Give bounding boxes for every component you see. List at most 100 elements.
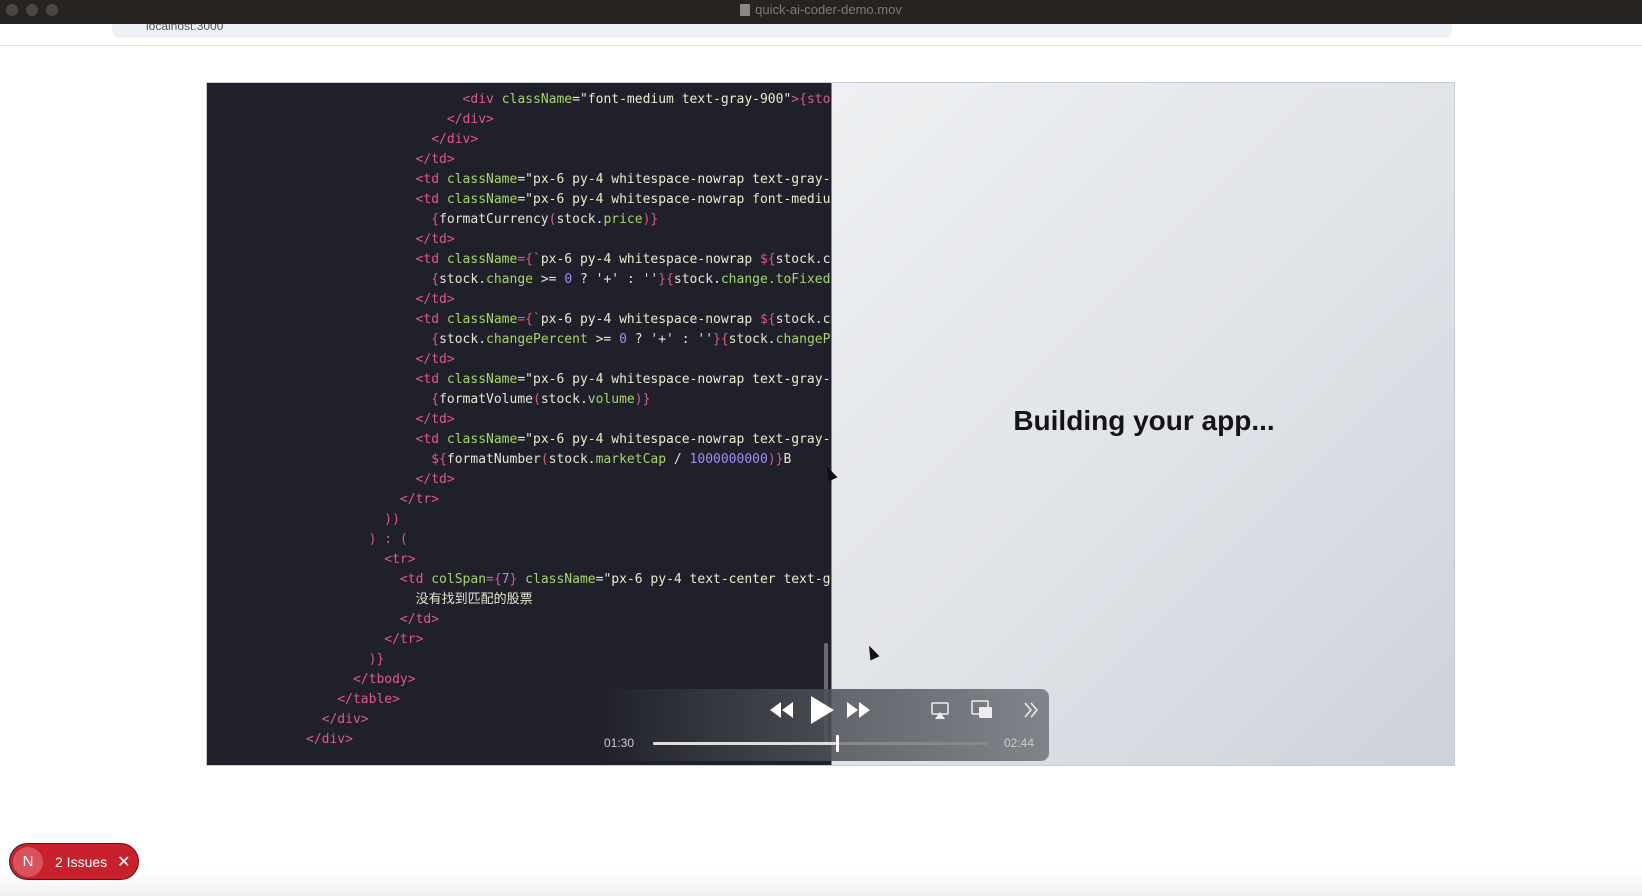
code-token: <td: [415, 252, 447, 267]
code-line: </tr>: [306, 490, 830, 510]
play-icon[interactable]: [809, 695, 835, 725]
minimize-window-button[interactable]: [26, 4, 38, 16]
code-token: >{sto: [791, 92, 831, 107]
code-token: formatVolume: [439, 392, 533, 407]
code-token: ="px-6 py-4 whitespace-nowrap font-mediu: [517, 192, 831, 207]
code-line: 没有找到匹配的股票: [306, 590, 830, 610]
code-line: </td>: [306, 470, 830, 490]
code-token: ="px-6 py-4 text-center text-g: [595, 572, 831, 587]
code-token: stock.: [548, 452, 596, 467]
code-token: {: [431, 332, 440, 347]
zoom-window-button[interactable]: [46, 4, 58, 16]
code-token: }{: [713, 332, 729, 347]
code-token: 0: [564, 272, 573, 287]
code-line: {formatVolume(stock.volume)}: [306, 390, 830, 410]
code-line: </td>: [306, 610, 830, 630]
code-line: <td className="px-6 py-4 whitespace-nowr…: [306, 430, 831, 450]
code-token: )}: [634, 392, 651, 407]
code-token: </div>: [306, 732, 353, 747]
address-bar[interactable]: localhost:3000: [112, 24, 1452, 38]
issues-label[interactable]: 2 Issues: [55, 854, 107, 870]
code-line: ${formatNumber(stock.marketCap / 1000000…: [306, 450, 830, 470]
code-token: (: [532, 392, 541, 407]
code-token: >=: [587, 332, 620, 347]
more-icon[interactable]: [1023, 701, 1039, 719]
code-token: className: [525, 572, 596, 587]
window-controls[interactable]: [6, 4, 58, 16]
code-line: </div>: [306, 110, 830, 130]
code-token: marketCap: [595, 452, 667, 467]
code-line: </td>: [306, 150, 830, 170]
issues-badge[interactable]: N 2 Issues ✕: [9, 843, 139, 880]
code-token: <td: [415, 172, 447, 187]
code-line: )}: [306, 650, 830, 670]
code-token: ={`: [517, 312, 541, 327]
code-token: 0: [619, 332, 627, 347]
code-line: <tr>: [306, 550, 830, 570]
code-token: ="font-medium text-gray-900": [572, 92, 792, 107]
preview-pane: Building your app...: [822, 83, 1454, 765]
code-token: stock.: [439, 272, 487, 287]
code-token: ={: [486, 572, 502, 587]
picture-in-picture-icon[interactable]: [971, 700, 993, 720]
code-token: )}: [368, 652, 385, 667]
document-icon: [740, 4, 751, 16]
close-icon[interactable]: ✕: [117, 852, 130, 872]
seek-bar[interactable]: [653, 735, 988, 752]
code-token: className: [446, 172, 518, 187]
code-line: {stock.change >= 0 ? '+' : ''}{stock.cha…: [306, 270, 830, 290]
code-token: stock.: [540, 392, 588, 407]
code-token: ={`: [517, 252, 541, 267]
rewind-icon[interactable]: [770, 702, 794, 718]
code-token: ) : (: [368, 532, 408, 547]
code-token: px-6 py-4 whitespace-nowrap: [540, 312, 760, 327]
code-token: stock.c: [775, 312, 831, 327]
url-text: localhost:3000: [146, 24, 224, 33]
code-token: <td: [415, 372, 447, 387]
code-token: ${: [759, 312, 776, 327]
code-token: <td: [415, 312, 447, 327]
code-line: {stock.changePercent >= 0 ? '+' : ''}{st…: [306, 330, 830, 350]
close-window-button[interactable]: [6, 4, 18, 16]
code-token: 没有找到匹配的股票: [415, 592, 533, 607]
code-token: {: [431, 272, 440, 287]
code-token: className: [446, 372, 518, 387]
code-token: changePercent: [486, 332, 588, 347]
browser-toolbar: localhost:3000: [0, 24, 1642, 46]
code-token: <td: [415, 432, 447, 447]
code-token: <tr>: [384, 552, 416, 567]
seek-thumb[interactable]: [835, 735, 839, 752]
code-token: ="px-6 py-4 whitespace-nowrap text-gray-: [517, 172, 831, 187]
code-token: ="px-6 py-4 whitespace-nowrap text-gray-: [517, 372, 831, 387]
code-token: )}: [767, 452, 784, 467]
fast-forward-icon[interactable]: [847, 702, 871, 718]
code-token: <td: [415, 192, 447, 207]
code-token: className: [446, 432, 518, 447]
code-line: </td>: [306, 410, 830, 430]
airplay-icon[interactable]: [931, 702, 949, 720]
code-token: </td>: [415, 412, 455, 427]
code-token: </td>: [399, 612, 440, 627]
code-token: )}: [642, 212, 659, 227]
code-line: {formatCurrency(stock.price)}: [306, 210, 830, 230]
code-token: </td>: [415, 152, 455, 167]
code-token: </td>: [415, 352, 455, 367]
code-editor: <div className="font-medium text-gray-90…: [207, 83, 831, 765]
